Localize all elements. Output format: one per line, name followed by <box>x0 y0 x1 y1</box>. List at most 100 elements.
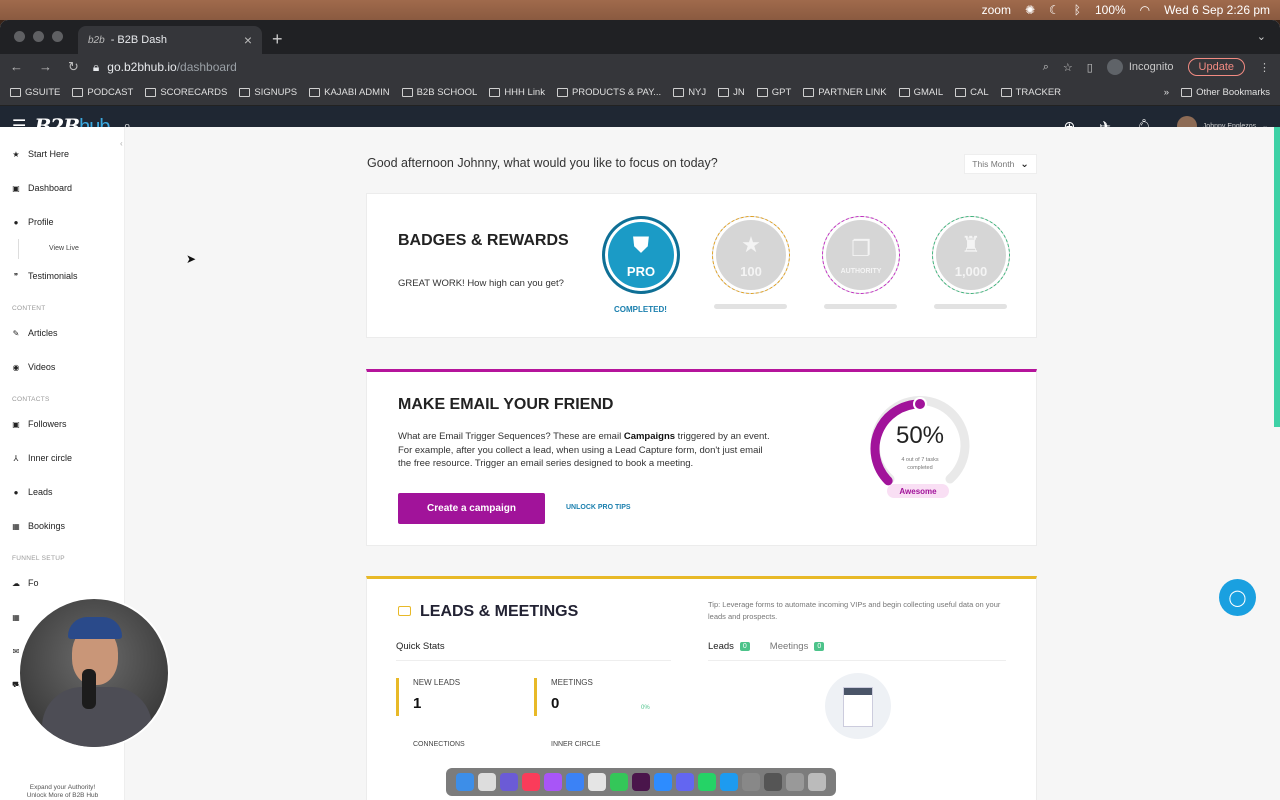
gear-icon[interactable]: ✺ <box>1025 3 1035 17</box>
zoom-search-icon[interactable]: ⌕ <box>1043 61 1049 74</box>
badge-progress-bar <box>934 304 1007 309</box>
sidebar-item-bookings[interactable]: ▦ Bookings <box>0 509 124 543</box>
leads-tabs: Leads 0 Meetings 0 <box>708 641 1006 661</box>
bookmark-item[interactable]: GPT <box>756 87 791 98</box>
app-icon[interactable] <box>786 773 804 791</box>
browser-tab[interactable]: b2b - B2B Dash × <box>78 26 262 54</box>
podcasts-icon[interactable] <box>544 773 562 791</box>
bookmark-item[interactable]: GSUITE <box>10 87 60 98</box>
mouse-cursor-icon: ➤ <box>186 252 197 266</box>
kebab-menu-icon[interactable]: ⋮ <box>1259 61 1270 74</box>
pin-icon: ● <box>13 487 19 497</box>
sidebar-item-videos[interactable]: ◉ Videos <box>0 350 124 384</box>
bookmark-item[interactable]: B2B SCHOOL <box>401 87 477 98</box>
bookmark-item[interactable]: PARTNER LINK <box>803 87 887 98</box>
badge-progress-bar <box>824 304 897 309</box>
bookmark-item[interactable]: GMAIL <box>898 87 943 98</box>
badges-subtitle: GREAT WORK! How high can you get? <box>398 278 564 289</box>
app-icon[interactable] <box>500 773 518 791</box>
zoom-menu[interactable]: zoom <box>982 3 1011 17</box>
zoom-icon[interactable] <box>654 773 672 791</box>
wifi-icon[interactable]: ◠ <box>1140 3 1150 17</box>
bookmark-item[interactable]: KAJABI ADMIN <box>309 87 390 98</box>
chrome-icon[interactable] <box>588 773 606 791</box>
copy-icon: ❐ <box>851 235 871 261</box>
stat-new-leads: NEW LEADS 1 <box>396 678 460 716</box>
sidebar-item-view-live[interactable]: View Live <box>18 239 124 259</box>
back-icon[interactable]: ← <box>10 59 23 75</box>
badge-pro[interactable]: ⛊ PRO <box>602 216 680 294</box>
person-icon: ● <box>13 217 19 227</box>
whatsapp-icon[interactable] <box>698 773 716 791</box>
sidebar-item-leads[interactable]: ● Leads <box>0 475 124 509</box>
moon-icon[interactable]: ☾ <box>1049 3 1060 17</box>
shield-check-icon: ⛊ <box>632 231 650 257</box>
music-icon[interactable] <box>522 773 540 791</box>
incognito-indicator[interactable]: Incognito <box>1106 59 1174 75</box>
safari-icon[interactable] <box>566 773 584 791</box>
app-icon[interactable] <box>676 773 694 791</box>
update-button[interactable]: Update <box>1187 58 1245 76</box>
play-icon: ◉ <box>12 362 20 372</box>
unlock-pro-tips-link[interactable]: UNLOCK PRO TIPS <box>566 504 631 511</box>
badge-authority[interactable]: ❐ AUTHORITY <box>822 216 900 294</box>
stat-meetings: MEETINGS 0 <box>534 678 593 716</box>
bookmark-item[interactable]: HHH Link <box>489 87 545 98</box>
bookmark-item[interactable]: PODCAST <box>72 87 133 98</box>
chevron-down-icon[interactable]: ⌄ <box>1257 30 1266 43</box>
trash-icon[interactable] <box>808 773 826 791</box>
mail-icon: ✉ <box>12 646 20 656</box>
bluetooth-icon[interactable]: ᛒ <box>1074 3 1081 17</box>
forward-icon[interactable]: → <box>39 59 52 75</box>
chat-support-button[interactable]: ◯ <box>1219 579 1256 616</box>
app-store-icon[interactable] <box>720 773 738 791</box>
new-tab-icon[interactable]: + <box>272 29 283 50</box>
bookmark-item[interactable]: NYJ <box>673 87 706 98</box>
sidebar-item-dashboard[interactable]: ▣ Dashboard <box>0 171 124 205</box>
tab-leads[interactable]: Leads 0 <box>708 641 750 652</box>
dashboard-icon: ▣ <box>12 183 20 193</box>
expand-authority-promo[interactable]: Expand your Authority! Unlock More of B2… <box>0 784 125 800</box>
sidebar-item-followers[interactable]: ▣ Followers <box>0 407 124 441</box>
window-controls[interactable] <box>14 31 63 42</box>
battery-percent[interactable]: 100% <box>1095 3 1126 17</box>
period-select[interactable]: This Month ⌄ <box>964 154 1037 174</box>
sidepanel-icon[interactable]: ▯ <box>1087 61 1093 74</box>
badge-1000[interactable]: ♜ 1,000 <box>932 216 1010 294</box>
pro-status: COMPLETED! <box>614 305 667 314</box>
datetime[interactable]: Wed 6 Sep 2:26 pm <box>1164 3 1270 17</box>
star-icon[interactable]: ☆ <box>1063 61 1073 74</box>
messages-icon[interactable] <box>610 773 628 791</box>
scrollbar[interactable] <box>1274 127 1280 427</box>
more-bookmarks-icon[interactable]: » <box>1164 87 1169 98</box>
settings-icon[interactable] <box>742 773 760 791</box>
tab-meetings[interactable]: Meetings 0 <box>770 641 825 652</box>
bookmark-item[interactable]: CAL <box>955 87 989 98</box>
finder-icon[interactable] <box>456 773 474 791</box>
create-campaign-button[interactable]: Create a campaign <box>398 493 545 524</box>
reload-icon[interactable]: ↻ <box>68 59 79 75</box>
address-bar[interactable]: 🔒︎ go.b2bhub.io/dashboard <box>93 60 237 75</box>
badge-progress-bar <box>714 304 787 309</box>
sidebar-item-start-here[interactable]: ★ Start Here <box>0 137 124 171</box>
bookmark-item[interactable]: TRACKER <box>1000 87 1061 98</box>
badge-100[interactable]: ★ 100 <box>712 216 790 294</box>
mac-dock <box>446 768 836 796</box>
bookmark-item[interactable]: SCORECARDS <box>145 87 227 98</box>
app-icon[interactable] <box>478 773 496 791</box>
collapse-sidebar-icon[interactable]: ‹ <box>120 139 123 148</box>
bookmark-item[interactable]: SIGNUPS <box>239 87 297 98</box>
form-illustration <box>825 673 891 739</box>
bookmark-item[interactable]: PRODUCTS & PAY... <box>556 87 661 98</box>
sidebar-item-testimonials[interactable]: ❞ Testimonials <box>0 259 124 293</box>
sidebar-item-profile[interactable]: ● Profile <box>0 205 124 239</box>
chat-bubble-icon: ◯ <box>1228 589 1247 607</box>
close-tab-icon[interactable]: × <box>244 32 252 48</box>
sidebar-item-forms[interactable]: ☁ Fo <box>0 566 124 600</box>
calculator-icon[interactable] <box>764 773 782 791</box>
slack-icon[interactable] <box>632 773 650 791</box>
other-bookmarks[interactable]: Other Bookmarks <box>1181 87 1270 98</box>
sidebar-item-articles[interactable]: ✎ Articles <box>0 316 124 350</box>
bookmark-item[interactable]: JN <box>718 87 745 98</box>
sidebar-item-inner-circle[interactable]: ⅄ Inner circle <box>0 441 124 475</box>
